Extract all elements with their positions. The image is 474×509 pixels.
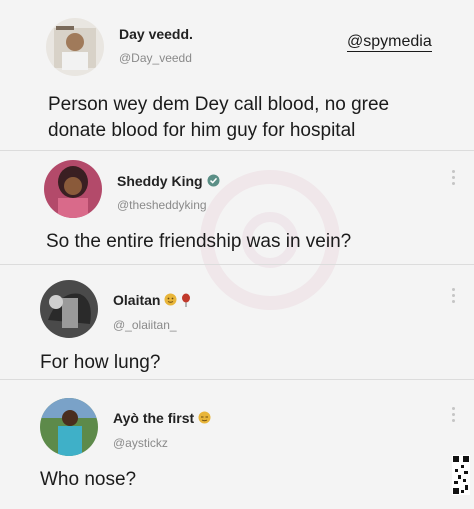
avatar[interactable] (40, 398, 98, 456)
post-4[interactable]: Ayò the first @aystickz Who nose? (0, 379, 474, 509)
verified-badge-icon (207, 174, 220, 190)
post-2[interactable]: Sheddy King @thesheddyking So the entire… (0, 150, 474, 264)
author-handle[interactable]: @Day_veedd (119, 51, 192, 65)
author-handle[interactable]: @_olaiitan_ (113, 318, 177, 332)
avatar[interactable] (46, 18, 104, 76)
post-text: For how lung? (40, 352, 161, 373)
more-options-icon[interactable] (452, 288, 456, 304)
author-name-text: Olaitan (113, 292, 161, 308)
author-handle[interactable]: @thesheddyking (117, 198, 207, 212)
more-options-icon[interactable] (452, 407, 456, 423)
avatar[interactable] (44, 160, 102, 218)
author-name[interactable]: Sheddy King (117, 173, 220, 190)
post-text: So the entire friendship was in vein? (46, 231, 352, 252)
author-handle[interactable]: @aystickz (113, 436, 168, 450)
author-name[interactable]: Ayò the first (113, 410, 211, 427)
emoji-icon (164, 293, 177, 309)
author-name[interactable]: Day veedd. (119, 26, 193, 42)
balloon-icon (181, 293, 191, 310)
emoji-icon (198, 411, 211, 427)
author-name-text: Sheddy King (117, 173, 203, 189)
post-3[interactable]: Olaitan @_olaiitan_ For how lung? (0, 264, 474, 379)
post-1[interactable]: Day veedd. @Day_veedd Person wey dem Dey… (0, 0, 474, 150)
post-text: Who nose? (40, 469, 137, 490)
author-name[interactable]: Olaitan (113, 292, 191, 310)
more-options-icon[interactable] (452, 170, 456, 186)
post-text: Person wey dem Dey call blood, no gree d… (48, 94, 390, 141)
avatar[interactable] (40, 280, 98, 338)
author-name-text: Ayò the first (113, 410, 195, 426)
qr-code-icon (452, 455, 470, 495)
